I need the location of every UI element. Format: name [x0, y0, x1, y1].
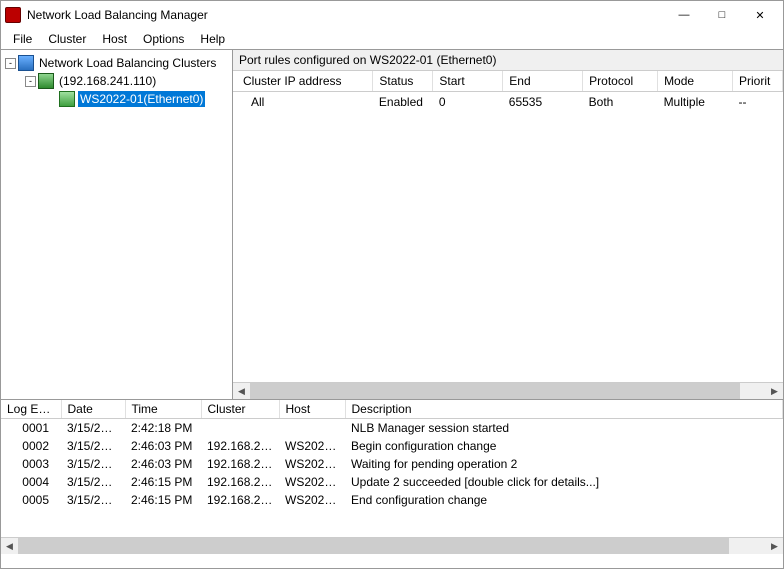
log-cell-date: 3/15/2022	[61, 473, 125, 491]
log-row[interactable]: 00043/15/20222:46:15 PM192.168.24...WS20…	[1, 473, 783, 491]
cell-protocol: Both	[583, 92, 658, 113]
minimize-button[interactable]: —	[665, 1, 703, 29]
log-pane: Log En... Date Time Cluster Host Descrip…	[1, 399, 783, 554]
log-cell-desc: Begin configuration change	[345, 437, 783, 455]
col-start[interactable]: Start	[433, 71, 503, 92]
log-cell-host	[279, 419, 345, 438]
log-cell-host: WS2022...	[279, 491, 345, 509]
host-icon	[59, 91, 75, 107]
window-title: Network Load Balancing Manager	[27, 8, 665, 22]
col-log-time[interactable]: Time	[125, 400, 201, 419]
scroll-thumb[interactable]	[250, 383, 740, 399]
port-rules-pane: Port rules configured on WS2022-01 (Ethe…	[233, 50, 783, 399]
log-cell-time: 2:46:15 PM	[125, 491, 201, 509]
log-cell-desc: NLB Manager session started	[345, 419, 783, 438]
cell-status: Enabled	[373, 92, 433, 113]
scroll-left-icon[interactable]: ◀	[233, 383, 250, 400]
log-cell-cluster: 192.168.24...	[201, 455, 279, 473]
title-bar: Network Load Balancing Manager — □ ✕	[1, 1, 783, 29]
col-status[interactable]: Status	[373, 71, 433, 92]
close-button[interactable]: ✕	[741, 1, 779, 29]
collapse-icon[interactable]: -	[5, 58, 16, 69]
log-cell-time: 2:46:03 PM	[125, 455, 201, 473]
tree-root[interactable]: - Network Load Balancing Clusters	[1, 54, 232, 72]
menu-host[interactable]: Host	[94, 30, 135, 48]
log-cell-date: 3/15/2022	[61, 455, 125, 473]
log-cell-cluster	[201, 419, 279, 438]
log-cell-host: WS2022...	[279, 455, 345, 473]
col-log-date[interactable]: Date	[61, 400, 125, 419]
log-cell-time: 2:46:03 PM	[125, 437, 201, 455]
log-cell-time: 2:42:18 PM	[125, 419, 201, 438]
log-table[interactable]: Log En... Date Time Cluster Host Descrip…	[1, 400, 783, 537]
col-mode[interactable]: Mode	[658, 71, 733, 92]
log-cell-n: 0002	[1, 437, 61, 455]
log-cell-desc: Waiting for pending operation 2	[345, 455, 783, 473]
log-cell-host: WS2022...	[279, 437, 345, 455]
log-cell-date: 3/15/2022	[61, 491, 125, 509]
app-icon	[5, 7, 21, 23]
table-header-row[interactable]: Cluster IP address Status Start End Prot…	[233, 71, 783, 92]
cluster-icon	[38, 73, 54, 89]
cell-priority: --	[732, 92, 782, 113]
col-log-host[interactable]: Host	[279, 400, 345, 419]
clusters-icon	[18, 55, 34, 71]
col-log-desc[interactable]: Description	[345, 400, 783, 419]
cell-ip: All	[233, 92, 373, 113]
col-end[interactable]: End	[503, 71, 583, 92]
log-cell-cluster: 192.168.24...	[201, 437, 279, 455]
rules-h-scrollbar[interactable]: ◀ ▶	[233, 382, 783, 399]
cell-start: 0	[433, 92, 503, 113]
scroll-track[interactable]	[18, 538, 766, 554]
log-cell-host: WS2022...	[279, 473, 345, 491]
log-row[interactable]: 00013/15/20222:42:18 PM NLB Manager sessi…	[1, 419, 783, 438]
col-log-entry[interactable]: Log En...	[1, 400, 61, 419]
scroll-right-icon[interactable]: ▶	[766, 538, 783, 555]
scroll-thumb[interactable]	[18, 538, 729, 554]
maximize-button[interactable]: □	[703, 1, 741, 29]
log-row[interactable]: 00053/15/20222:46:15 PM192.168.24...WS20…	[1, 491, 783, 509]
log-cell-time: 2:46:15 PM	[125, 473, 201, 491]
log-cell-cluster: 192.168.24...	[201, 491, 279, 509]
scroll-left-icon[interactable]: ◀	[1, 538, 18, 555]
main-panes: - Network Load Balancing Clusters - (192…	[1, 49, 783, 399]
log-cell-cluster: 192.168.24...	[201, 473, 279, 491]
log-row[interactable]: 00033/15/20222:46:03 PM192.168.24...WS20…	[1, 455, 783, 473]
log-cell-desc: Update 2 succeeded [double click for det…	[345, 473, 783, 491]
col-protocol[interactable]: Protocol	[583, 71, 658, 92]
log-cell-date: 3/15/2022	[61, 437, 125, 455]
cluster-tree[interactable]: - Network Load Balancing Clusters - (192…	[1, 50, 233, 399]
tree-host[interactable]: WS2022-01(Ethernet0)	[1, 90, 232, 108]
log-header-row[interactable]: Log En... Date Time Cluster Host Descrip…	[1, 400, 783, 419]
menu-cluster[interactable]: Cluster	[40, 30, 94, 48]
tree-cluster-label: (192.168.241.110)	[57, 73, 158, 89]
menu-help[interactable]: Help	[192, 30, 233, 48]
col-cluster-ip[interactable]: Cluster IP address	[233, 71, 373, 92]
log-cell-n: 0003	[1, 455, 61, 473]
cell-end: 65535	[503, 92, 583, 113]
scroll-track[interactable]	[250, 383, 766, 399]
collapse-icon[interactable]: -	[25, 76, 36, 87]
log-cell-n: 0001	[1, 419, 61, 438]
log-cell-n: 0005	[1, 491, 61, 509]
menu-bar: File Cluster Host Options Help	[1, 29, 783, 49]
table-row[interactable]: AllEnabled065535BothMultiple--	[233, 92, 783, 113]
log-h-scrollbar[interactable]: ◀ ▶	[1, 537, 783, 554]
log-cell-date: 3/15/2022	[61, 419, 125, 438]
menu-options[interactable]: Options	[135, 30, 192, 48]
log-row[interactable]: 00023/15/20222:46:03 PM192.168.24...WS20…	[1, 437, 783, 455]
col-log-cluster[interactable]: Cluster	[201, 400, 279, 419]
menu-file[interactable]: File	[5, 30, 40, 48]
log-cell-n: 0004	[1, 473, 61, 491]
cell-mode: Multiple	[658, 92, 733, 113]
port-rules-header: Port rules configured on WS2022-01 (Ethe…	[233, 50, 783, 71]
col-priority[interactable]: Priorit	[732, 71, 782, 92]
tree-root-label: Network Load Balancing Clusters	[37, 55, 218, 71]
port-rules-table[interactable]: Cluster IP address Status Start End Prot…	[233, 71, 783, 382]
scroll-right-icon[interactable]: ▶	[766, 383, 783, 400]
tree-cluster[interactable]: - (192.168.241.110)	[1, 72, 232, 90]
tree-host-label: WS2022-01(Ethernet0)	[78, 91, 205, 107]
log-cell-desc: End configuration change	[345, 491, 783, 509]
